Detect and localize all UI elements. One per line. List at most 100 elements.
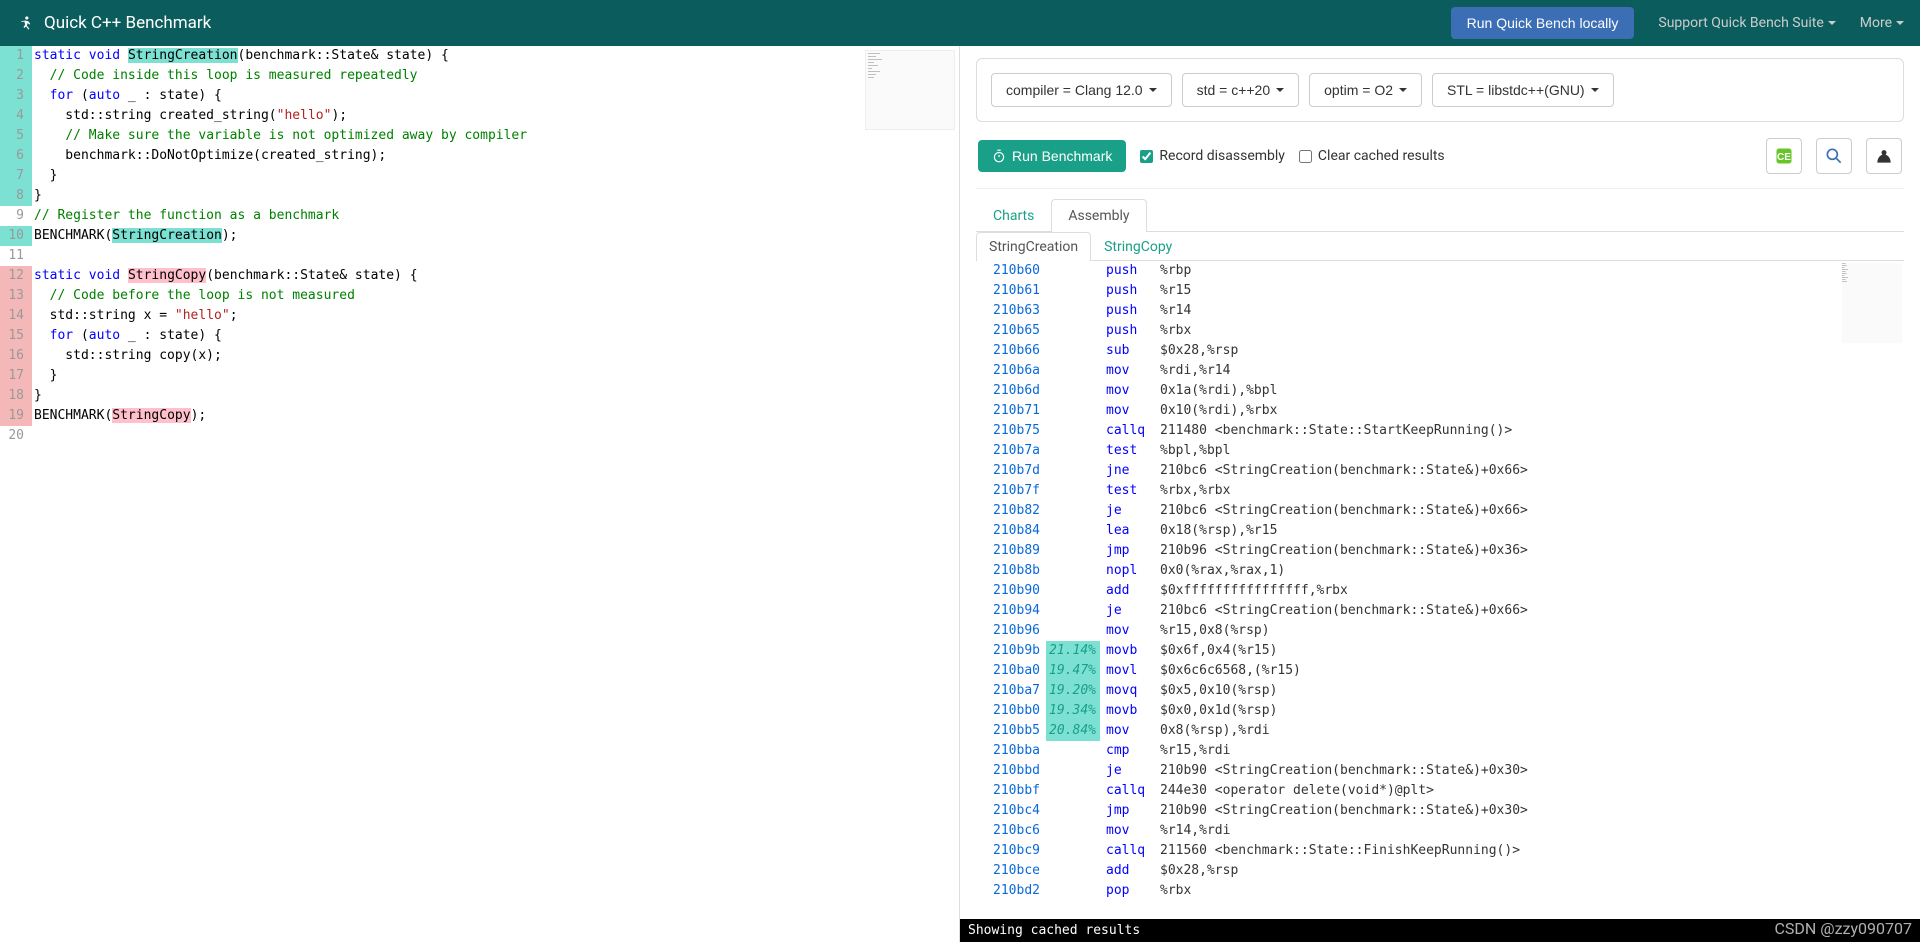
svg-text:CE: CE (1777, 152, 1791, 163)
code-line[interactable]: BENCHMARK(StringCopy); (32, 406, 527, 426)
code-line[interactable]: } (32, 366, 527, 386)
code-line[interactable]: // Make sure the variable is not optimiz… (32, 126, 527, 146)
assembly-view[interactable]: 210b60push%rbp210b61push%r15210b63push%r… (976, 261, 1904, 942)
cppinsights-button[interactable] (1816, 138, 1852, 174)
line-number: 12 (0, 266, 32, 286)
code-line[interactable] (32, 246, 527, 266)
support-menu[interactable]: Support Quick Bench Suite (1658, 15, 1835, 31)
asm-line[interactable]: 210b61push%r15 (976, 281, 1904, 301)
line-number: 6 (0, 146, 32, 166)
asm-line[interactable]: 210bb520.84%mov0x8(%rsp),%rdi (976, 721, 1904, 741)
asm-line[interactable]: 210bc4jmp210b90 <StringCreation(benchmar… (976, 801, 1904, 821)
result-tabs: Charts Assembly (976, 199, 1904, 232)
clear-cache-checkbox[interactable]: Clear cached results (1299, 148, 1445, 164)
line-number: 15 (0, 326, 32, 346)
logo: Quick C++ Benchmark (16, 13, 211, 33)
asm-line[interactable]: 210bc9callq211560 <benchmark::State::Fin… (976, 841, 1904, 861)
stl-select[interactable]: STL = libstdc++(GNU) (1432, 73, 1614, 107)
asm-line[interactable]: 210b9b21.14%movb$0x6f,0x4(%r15) (976, 641, 1904, 661)
runner-icon (16, 13, 36, 33)
chevron-down-icon (1896, 21, 1904, 25)
code-line[interactable]: BENCHMARK(StringCreation); (32, 226, 527, 246)
asm-line[interactable]: 210b6amov%rdi,%r14 (976, 361, 1904, 381)
asm-line[interactable]: 210b6dmov0x1a(%rdi),%bpl (976, 381, 1904, 401)
code-editor[interactable]: 1234567891011121314151617181920 static v… (0, 46, 959, 446)
asm-line[interactable]: 210b63push%r14 (976, 301, 1904, 321)
code-line[interactable]: // Register the function as a benchmark (32, 206, 527, 226)
asm-line[interactable]: 210b94je210bc6 <StringCreation(benchmark… (976, 601, 1904, 621)
asm-line[interactable]: 210b7atest%bpl,%bpl (976, 441, 1904, 461)
code-editor-panel: 1234567891011121314151617181920 static v… (0, 46, 960, 942)
tab-charts[interactable]: Charts (976, 199, 1051, 232)
subtab-stringcopy[interactable]: StringCopy (1091, 232, 1185, 261)
code-line[interactable]: } (32, 186, 527, 206)
code-line[interactable]: static void StringCopy(benchmark::State&… (32, 266, 527, 286)
godbolt-button[interactable] (1866, 138, 1902, 174)
asm-line[interactable]: 210b65push%rbx (976, 321, 1904, 341)
asm-line[interactable]: 210ba719.20%movq$0x5,0x10(%rsp) (976, 681, 1904, 701)
asm-line[interactable]: 210b66sub$0x28,%rsp (976, 341, 1904, 361)
run-row: Run Benchmark Record disassembly Clear c… (976, 138, 1904, 189)
line-number: 9 (0, 206, 32, 226)
chevron-down-icon (1149, 88, 1157, 92)
line-number: 14 (0, 306, 32, 326)
run-benchmark-button[interactable]: Run Benchmark (978, 140, 1126, 172)
asm-line[interactable]: 210b60push%rbp (976, 261, 1904, 281)
optim-select[interactable]: optim = O2 (1309, 73, 1422, 107)
asm-line[interactable]: 210bb019.34%movb$0x0,0x1d(%rsp) (976, 701, 1904, 721)
line-number: 17 (0, 366, 32, 386)
subtab-stringcreation[interactable]: StringCreation (976, 232, 1091, 261)
asm-line[interactable]: 210b7djne210bc6 <StringCreation(benchmar… (976, 461, 1904, 481)
asm-line[interactable]: 210b71mov0x10(%rdi),%rbx (976, 401, 1904, 421)
compiler-icon (1874, 146, 1894, 166)
function-tabs: StringCreation StringCopy (976, 232, 1904, 261)
code-line[interactable]: // Code inside this loop is measured rep… (32, 66, 527, 86)
asm-line[interactable]: 210b90add$0xffffffffffffffff,%rbx (976, 581, 1904, 601)
line-number: 8 (0, 186, 32, 206)
asm-line[interactable]: 210b75callq211480 <benchmark::State::Sta… (976, 421, 1904, 441)
chevron-down-icon (1276, 88, 1284, 92)
options-row: compiler = Clang 12.0 std = c++20 optim … (976, 58, 1904, 122)
line-number: 7 (0, 166, 32, 186)
line-number: 16 (0, 346, 32, 366)
code-line[interactable]: } (32, 166, 527, 186)
asm-line[interactable]: 210bc6mov%r14,%rdi (976, 821, 1904, 841)
asm-line[interactable]: 210b89jmp210b96 <StringCreation(benchmar… (976, 541, 1904, 561)
tab-assembly[interactable]: Assembly (1051, 199, 1146, 232)
asm-line[interactable]: 210b8bnopl0x0(%rax,%rax,1) (976, 561, 1904, 581)
asm-line[interactable]: 210bceadd$0x28,%rsp (976, 861, 1904, 881)
assembly-minimap[interactable]: ▬▬▬▬▬▬▬▬▬▬▬▬▬▬▬▬▬▬▬▬▬▬▬▬▬▬▬▬▬▬▬▬▬▬▬ (1842, 263, 1902, 343)
code-line[interactable]: static void StringCreation(benchmark::St… (32, 46, 527, 66)
asm-line[interactable]: 210ba019.47%movl$0x6c6c6568,(%r15) (976, 661, 1904, 681)
compiler-explorer-button[interactable]: CE (1766, 138, 1802, 174)
chevron-down-icon (1828, 21, 1836, 25)
code-line[interactable]: // Code before the loop is not measured (32, 286, 527, 306)
more-menu[interactable]: More (1860, 15, 1904, 31)
code-line[interactable]: } (32, 386, 527, 406)
code-line[interactable]: benchmark::DoNotOptimize(created_string)… (32, 146, 527, 166)
code-line[interactable] (32, 426, 527, 446)
header-bar: Quick C++ Benchmark Run Quick Bench loca… (0, 0, 1920, 46)
run-locally-button[interactable]: Run Quick Bench locally (1451, 7, 1635, 39)
asm-line[interactable]: 210bbdje210b90 <StringCreation(benchmark… (976, 761, 1904, 781)
editor-minimap[interactable]: ▬▬▬▬▬▬▬▬▬▬▬▬▬▬▬▬▬▬▬▬▬▬▬▬▬▬▬▬▬▬▬▬▬▬▬▬▬▬▬▬ (865, 50, 955, 130)
asm-line[interactable]: 210b7ftest%rbx,%rbx (976, 481, 1904, 501)
record-disassembly-checkbox[interactable]: Record disassembly (1140, 148, 1285, 164)
asm-line[interactable]: 210bbfcallq244e30 <operator delete(void*… (976, 781, 1904, 801)
compiler-select[interactable]: compiler = Clang 12.0 (991, 73, 1172, 107)
asm-line[interactable]: 210bd2pop%rbx (976, 881, 1904, 901)
code-line[interactable]: std::string copy(x); (32, 346, 527, 366)
asm-line[interactable]: 210b96mov%r15,0x8(%rsp) (976, 621, 1904, 641)
std-select[interactable]: std = c++20 (1182, 73, 1300, 107)
code-line[interactable]: std::string x = "hello"; (32, 306, 527, 326)
code-line[interactable]: std::string created_string("hello"); (32, 106, 527, 126)
code-line[interactable]: for (auto _ : state) { (32, 86, 527, 106)
asm-line[interactable]: 210b84lea0x18(%rsp),%r15 (976, 521, 1904, 541)
code-line[interactable]: for (auto _ : state) { (32, 326, 527, 346)
asm-line[interactable]: 210b82je210bc6 <StringCreation(benchmark… (976, 501, 1904, 521)
ce-icon: CE (1774, 146, 1794, 166)
stopwatch-icon (992, 149, 1006, 163)
line-number: 5 (0, 126, 32, 146)
asm-line[interactable]: 210bbacmp%r15,%rdi (976, 741, 1904, 761)
chevron-down-icon (1591, 88, 1599, 92)
